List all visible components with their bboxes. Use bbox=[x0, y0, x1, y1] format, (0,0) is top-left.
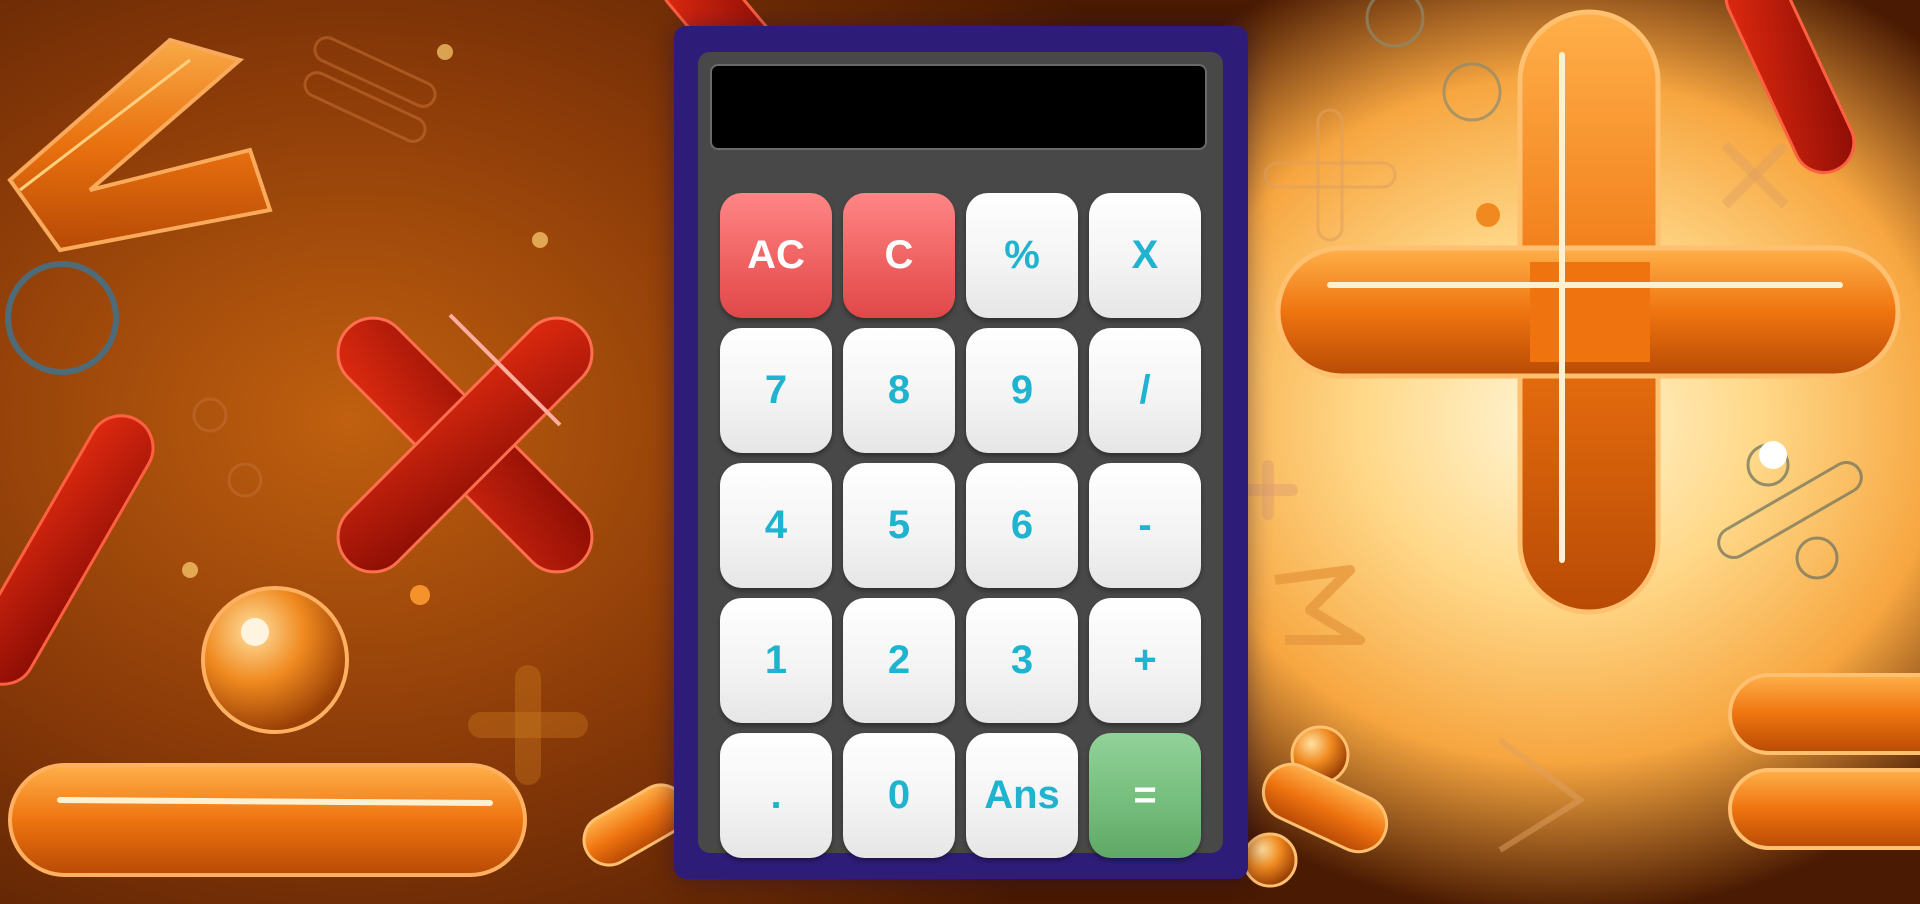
c-button[interactable]: C bbox=[843, 193, 955, 318]
equals-button[interactable]: = bbox=[1089, 733, 1201, 858]
digit-5-button[interactable]: 5 bbox=[843, 463, 955, 588]
minus-button[interactable]: - bbox=[1089, 463, 1201, 588]
calculator-display bbox=[710, 64, 1207, 150]
digit-6-button[interactable]: 6 bbox=[966, 463, 1078, 588]
digit-4-button[interactable]: 4 bbox=[720, 463, 832, 588]
decimal-button[interactable]: . bbox=[720, 733, 832, 858]
multiply-button[interactable]: X bbox=[1089, 193, 1201, 318]
keypad: AC C % X 7 8 9 / 4 5 6 - 1 2 3 + . 0 Ans… bbox=[720, 193, 1202, 858]
digit-8-button[interactable]: 8 bbox=[843, 328, 955, 453]
digit-0-button[interactable]: 0 bbox=[843, 733, 955, 858]
digit-2-button[interactable]: 2 bbox=[843, 598, 955, 723]
digit-9-button[interactable]: 9 bbox=[966, 328, 1078, 453]
digit-3-button[interactable]: 3 bbox=[966, 598, 1078, 723]
calculator-body: AC C % X 7 8 9 / 4 5 6 - 1 2 3 + . 0 Ans… bbox=[698, 52, 1223, 858]
plus-button[interactable]: + bbox=[1089, 598, 1201, 723]
percent-button[interactable]: % bbox=[966, 193, 1078, 318]
digit-1-button[interactable]: 1 bbox=[720, 598, 832, 723]
digit-7-button[interactable]: 7 bbox=[720, 328, 832, 453]
ans-button[interactable]: Ans bbox=[966, 733, 1078, 858]
divide-button[interactable]: / bbox=[1089, 328, 1201, 453]
ac-button[interactable]: AC bbox=[720, 193, 832, 318]
calculator: AC C % X 7 8 9 / 4 5 6 - 1 2 3 + . 0 Ans… bbox=[674, 26, 1248, 879]
